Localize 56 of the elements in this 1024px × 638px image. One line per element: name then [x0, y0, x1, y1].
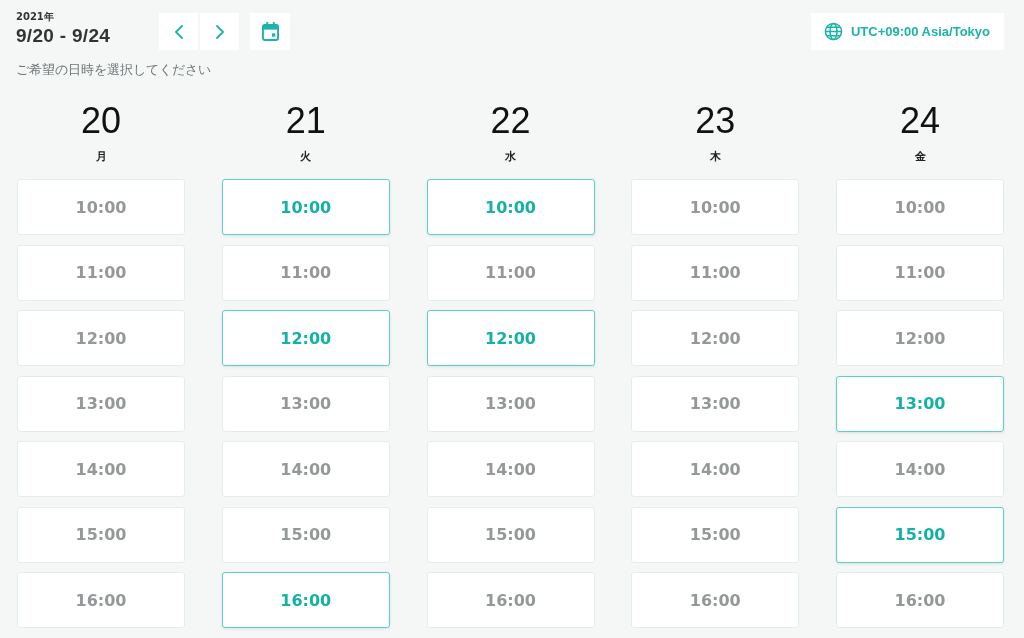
- time-slot-button[interactable]: 12:00: [426, 310, 595, 366]
- time-slot-button[interactable]: 10:00: [17, 179, 185, 235]
- chevron-right-icon: [215, 24, 224, 39]
- instruction-text: ご希望の日時を選択してください: [16, 61, 212, 79]
- time-slot-button[interactable]: 13:00: [631, 375, 800, 432]
- time-slot-button[interactable]: 12:00: [17, 310, 185, 366]
- weekday-label: 金: [913, 149, 927, 165]
- weekday-label: 木: [708, 149, 722, 165]
- time-slot-button[interactable]: 10:00: [221, 179, 390, 235]
- chevron-left-icon: [174, 24, 183, 39]
- time-slot-button[interactable]: 16:00: [221, 572, 390, 628]
- next-week-button[interactable]: [200, 13, 239, 50]
- time-slot-button[interactable]: 14:00: [221, 441, 390, 497]
- timezone-button[interactable]: UTC+09:00 Asia/Tokyo: [810, 13, 1004, 50]
- time-slot-button[interactable]: 13:00: [17, 375, 185, 432]
- time-slot-button[interactable]: 15:00: [221, 506, 390, 563]
- time-slot-button[interactable]: 13:00: [221, 375, 390, 432]
- time-slot-button[interactable]: 13:00: [426, 375, 595, 432]
- time-slot-button[interactable]: 14:00: [631, 441, 800, 497]
- weekday-label: 火: [299, 149, 313, 165]
- time-slot-button[interactable]: 14:00: [426, 441, 595, 497]
- time-slot-button[interactable]: 15:00: [426, 506, 595, 563]
- time-slot-button[interactable]: 10:00: [836, 179, 1004, 235]
- date-range-title: 9/20 - 9/24: [16, 24, 112, 48]
- day-number: 21: [284, 101, 327, 141]
- time-slot-button[interactable]: 14:00: [17, 441, 185, 497]
- time-slot-button[interactable]: 16:00: [17, 572, 185, 628]
- time-slot-button[interactable]: 15:00: [631, 506, 800, 563]
- time-slot-button[interactable]: 11:00: [426, 244, 595, 301]
- time-slot-button[interactable]: 15:00: [836, 506, 1004, 563]
- weekday-label: 水: [504, 149, 517, 165]
- day-number: 23: [694, 101, 737, 141]
- time-slot-button[interactable]: 16:00: [836, 572, 1004, 628]
- time-slot-button[interactable]: 15:00: [17, 506, 185, 563]
- time-slot-button[interactable]: 11:00: [17, 244, 185, 301]
- year-label: 2021年: [16, 11, 55, 23]
- day-number: 20: [79, 101, 122, 141]
- time-slot-button[interactable]: 16:00: [631, 572, 800, 628]
- time-slot-button[interactable]: 12:00: [221, 310, 390, 366]
- time-slot-button[interactable]: 11:00: [221, 244, 390, 301]
- calendar-button[interactable]: [250, 13, 290, 50]
- previous-week-button[interactable]: [159, 13, 198, 50]
- time-slot-button[interactable]: 13:00: [836, 375, 1004, 432]
- time-slot-button[interactable]: 12:00: [836, 310, 1004, 366]
- time-slot-button[interactable]: 12:00: [631, 310, 800, 366]
- time-slot-button[interactable]: 11:00: [836, 244, 1004, 301]
- globe-icon: [823, 22, 843, 41]
- time-slot-button[interactable]: 10:00: [426, 179, 595, 235]
- time-slot-button[interactable]: 14:00: [836, 441, 1004, 497]
- calendar-icon: [261, 22, 279, 41]
- time-slot-button[interactable]: 16:00: [426, 572, 595, 628]
- day-number: 22: [489, 101, 532, 141]
- weekday-label: 月: [94, 149, 108, 165]
- time-slot-button[interactable]: 10:00: [631, 179, 800, 235]
- day-number: 24: [898, 101, 941, 141]
- time-slot-button[interactable]: 11:00: [631, 244, 800, 301]
